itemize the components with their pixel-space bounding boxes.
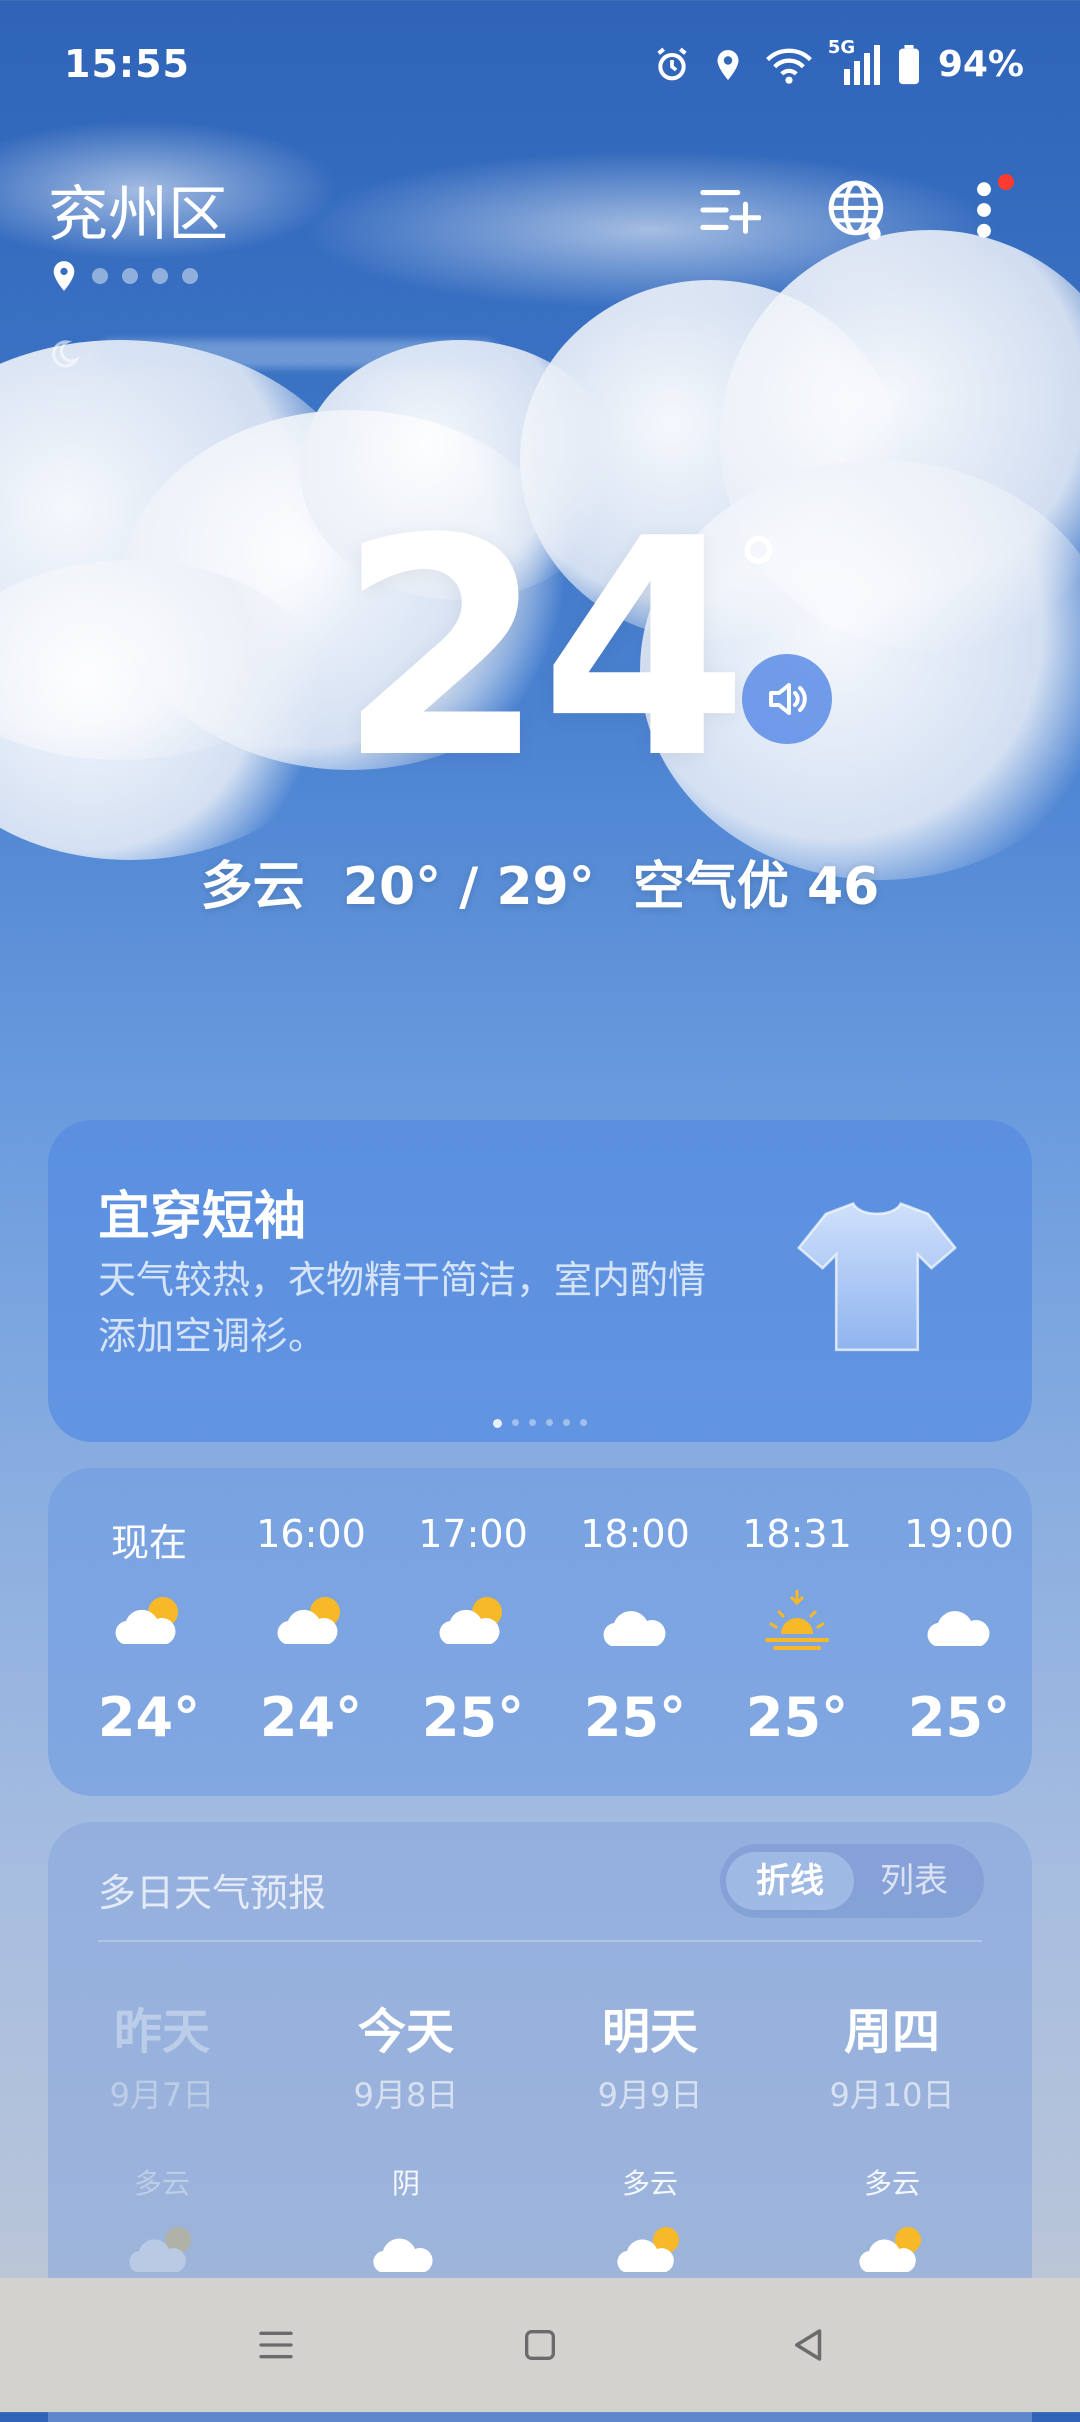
page-dot xyxy=(92,268,108,284)
cloudy-icon xyxy=(927,1611,990,1646)
globe-icon xyxy=(828,180,884,240)
hour-temp: 24° xyxy=(259,1686,363,1749)
day-item-today[interactable]: 今天 9月8日 阴 xyxy=(306,1992,506,2284)
recent-apps-button[interactable] xyxy=(243,2312,309,2378)
day-item-yesterday[interactable]: 昨天 9月7日 多云 xyxy=(62,1992,262,2284)
moon-cloud-icon xyxy=(52,340,80,368)
hour-time: 17:00 xyxy=(418,1512,528,1556)
toggle-line-chart[interactable]: 折线 xyxy=(726,1852,854,1910)
day-name: 周四 xyxy=(843,2004,940,2060)
partly-cloudy-icon xyxy=(115,1597,178,1644)
signal-5g-icon: 5G xyxy=(828,37,880,85)
more-options-button[interactable] xyxy=(948,174,1020,246)
add-city-icon xyxy=(700,190,761,234)
day-date: 9月8日 xyxy=(353,2076,459,2114)
page-dot xyxy=(152,268,168,284)
hour-time: 18:00 xyxy=(580,1512,690,1556)
temperature-value: 24 xyxy=(337,475,748,824)
page-dot xyxy=(122,268,138,284)
hour-time: 现在 xyxy=(110,1521,187,1565)
blurred-alert-text xyxy=(98,340,498,368)
current-location-icon xyxy=(53,261,75,291)
partly-cloudy-icon xyxy=(277,1597,340,1644)
partly-cloudy-icon xyxy=(859,2227,921,2272)
home-button[interactable] xyxy=(507,2312,573,2378)
voice-broadcast-button[interactable] xyxy=(742,654,832,744)
day-date: 9月7日 xyxy=(109,2076,215,2114)
day-condition: 多云 xyxy=(133,2167,190,2200)
hour-temp: 25° xyxy=(583,1686,687,1749)
carousel-indicator xyxy=(48,1419,1032,1428)
hour-time: 19:00 xyxy=(904,1512,1014,1556)
city-page-indicator xyxy=(50,260,198,292)
day-name: 今天 xyxy=(357,2004,454,2060)
day-condition: 多云 xyxy=(621,2167,678,2200)
battery-level: 94% xyxy=(937,44,1024,85)
day-item-thursday[interactable]: 周四 9月10日 多云 xyxy=(792,1992,992,2284)
hour-temp: 25° xyxy=(745,1686,849,1749)
current-temperature: 24 xyxy=(0,500,1080,800)
hour-time: 18:31 xyxy=(742,1512,852,1556)
home-icon xyxy=(525,2330,555,2360)
location-icon xyxy=(710,45,746,85)
day-condition: 阴 xyxy=(391,2167,420,2200)
divider xyxy=(98,1940,982,1942)
system-navigation-bar xyxy=(0,2278,1080,2412)
weather-alert-line[interactable] xyxy=(46,336,498,372)
view-toggle: 折线 列表 xyxy=(720,1844,984,1918)
toggle-list[interactable]: 列表 xyxy=(850,1852,978,1910)
back-icon xyxy=(795,2329,822,2361)
hour-time: 16:00 xyxy=(256,1512,366,1556)
page-dot xyxy=(182,268,198,284)
cloudy-icon xyxy=(373,2238,433,2272)
wifi-icon xyxy=(764,45,814,85)
location-header: 兖州区 xyxy=(0,160,1080,300)
battery-icon xyxy=(898,44,920,85)
current-condition: 多云 xyxy=(200,857,305,917)
dress-description: 天气较热，衣物精干简洁，室内酌情添加空调衫。 xyxy=(98,1258,707,1358)
status-time: 15:55 xyxy=(64,42,190,86)
alarm-icon xyxy=(652,45,692,85)
tshirt-icon xyxy=(797,1202,957,1352)
partly-cloudy-icon xyxy=(129,2227,191,2272)
cloudy-icon xyxy=(603,1611,666,1646)
more-vert-icon xyxy=(977,182,991,238)
day-item-tomorrow[interactable]: 明天 9月9日 多云 xyxy=(550,1992,750,2284)
hour-temp: 25° xyxy=(421,1686,525,1749)
sunset-icon xyxy=(765,1590,829,1650)
temperature-range: 20° / 29° xyxy=(342,857,595,917)
temperature-degree: ° xyxy=(736,520,781,625)
globe-button[interactable] xyxy=(822,174,894,246)
menu-icon xyxy=(259,2331,293,2359)
hourly-forecast-card[interactable]: 现在 24° 16:00 24° 17:00 25° 18:00 25° 18:… xyxy=(48,1468,1032,1796)
network-type: 5G xyxy=(827,36,856,58)
city-name[interactable]: 兖州区 xyxy=(48,166,228,253)
dressing-advice-card[interactable]: 宜穿短袖 天气较热，衣物精干简洁，室内酌情添加空调衫。 xyxy=(48,1120,1032,1442)
hour-temp: 24° xyxy=(97,1686,201,1749)
day-condition: 多云 xyxy=(863,2167,920,2200)
add-city-button[interactable] xyxy=(694,174,766,246)
air-quality[interactable]: 空气优 46 xyxy=(633,857,879,917)
day-name: 昨天 xyxy=(113,2004,210,2060)
partly-cloudy-icon xyxy=(439,1597,502,1644)
hour-temp: 25° xyxy=(907,1686,1011,1749)
status-bar: 15:55 5G 94% xyxy=(0,0,1080,140)
notification-dot xyxy=(998,174,1014,190)
weather-summary: 多云 20° / 29° 空气优 46 xyxy=(0,844,1080,919)
partly-cloudy-icon xyxy=(617,2227,679,2272)
back-button[interactable] xyxy=(776,2312,842,2378)
speaker-icon xyxy=(769,683,807,715)
forecast-title: 多日天气预报 xyxy=(98,1871,327,1915)
day-date: 9月10日 xyxy=(829,2076,955,2114)
day-name: 明天 xyxy=(601,2004,698,2060)
day-date: 9月9日 xyxy=(597,2076,703,2114)
dress-title: 宜穿短袖 xyxy=(98,1187,307,1247)
